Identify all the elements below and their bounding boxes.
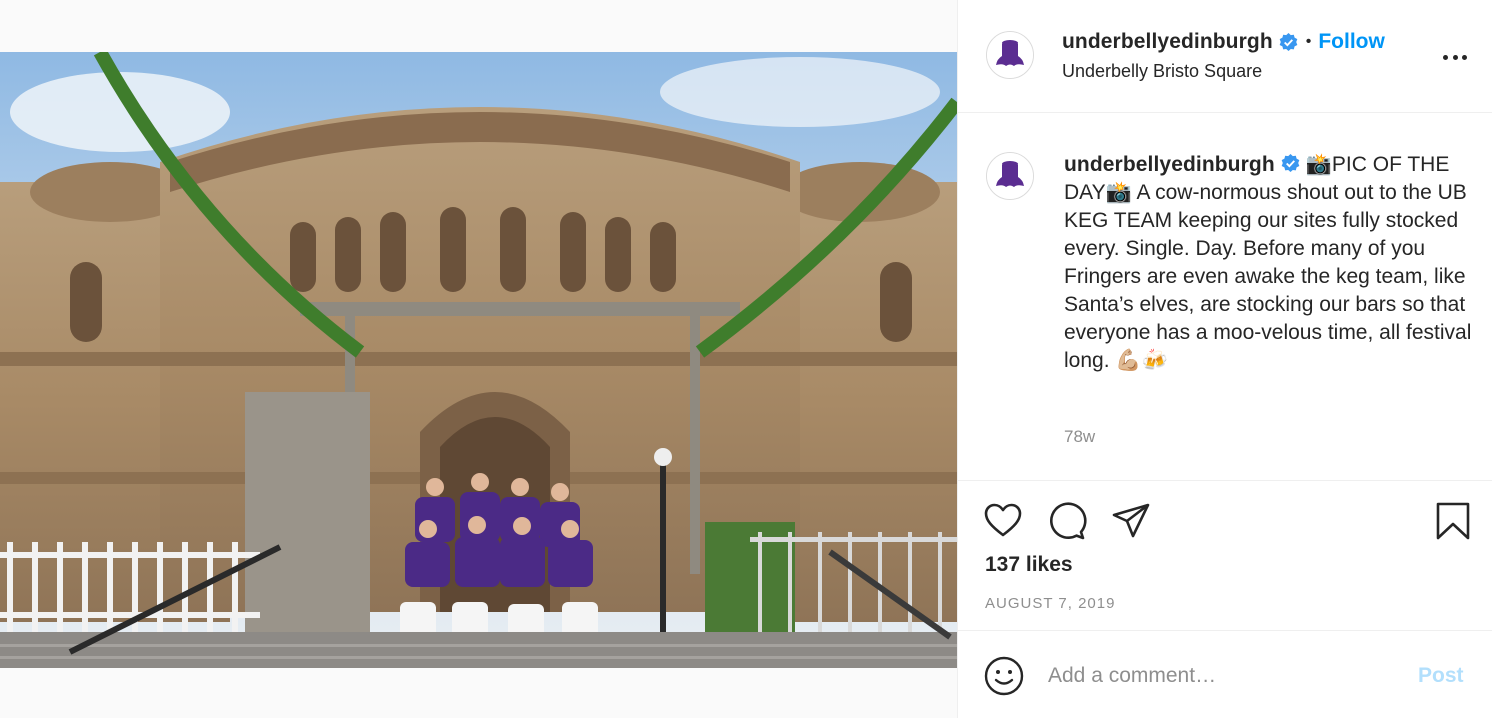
post-actions: 137 likes AUGUST 7, 2019 [958, 481, 1492, 631]
caption-timestamp[interactable]: 78w [1064, 427, 1095, 447]
bookmark-icon[interactable] [1433, 501, 1473, 541]
smiley-icon[interactable] [983, 655, 1025, 697]
verified-badge-icon [1281, 154, 1300, 173]
underbelly-logo-icon [987, 32, 1033, 78]
caption-username[interactable]: underbellyedinburgh [1064, 153, 1275, 176]
heart-icon[interactable] [983, 501, 1023, 541]
post-side-panel: underbellyedinburgh • Follow Underbelly … [957, 0, 1492, 718]
header-username[interactable]: underbellyedinburgh [1062, 30, 1273, 54]
post-header: underbellyedinburgh • Follow Underbelly … [958, 0, 1492, 113]
caption-avatar[interactable] [986, 152, 1034, 200]
separator-dot: • [1305, 33, 1312, 50]
post-caption: underbellyedinburgh 📸PIC OF THE DAY📸 A c… [1064, 151, 1474, 375]
post-media [0, 0, 957, 718]
follow-button[interactable]: Follow [1318, 30, 1385, 54]
comment-input[interactable] [1048, 660, 1388, 692]
comment-bubble-icon[interactable] [1047, 501, 1087, 541]
post-comment-button[interactable]: Post [1418, 664, 1464, 688]
building-photo-illustration [0, 52, 957, 668]
verified-badge-icon [1279, 32, 1298, 51]
more-dot [1443, 54, 1448, 60]
underbelly-logo-icon [987, 153, 1033, 199]
more-options-icon[interactable] [1440, 42, 1470, 72]
caption-section: underbellyedinburgh 📸PIC OF THE DAY📸 A c… [958, 113, 1492, 481]
add-comment-bar: Post [958, 631, 1492, 718]
more-dot [1462, 54, 1467, 60]
post-photo[interactable] [0, 52, 957, 668]
post-date: AUGUST 7, 2019 [985, 595, 1116, 612]
post-location[interactable]: Underbelly Bristo Square [1062, 61, 1262, 82]
avatar[interactable] [986, 31, 1034, 79]
more-dot [1452, 54, 1458, 60]
paper-plane-icon[interactable] [1111, 501, 1151, 541]
header-user-row: underbellyedinburgh • Follow [1062, 30, 1385, 54]
caption-text: 📸PIC OF THE DAY📸 A cow-normous shout out… [1064, 153, 1472, 372]
likes-count[interactable]: 137 likes [985, 553, 1073, 577]
